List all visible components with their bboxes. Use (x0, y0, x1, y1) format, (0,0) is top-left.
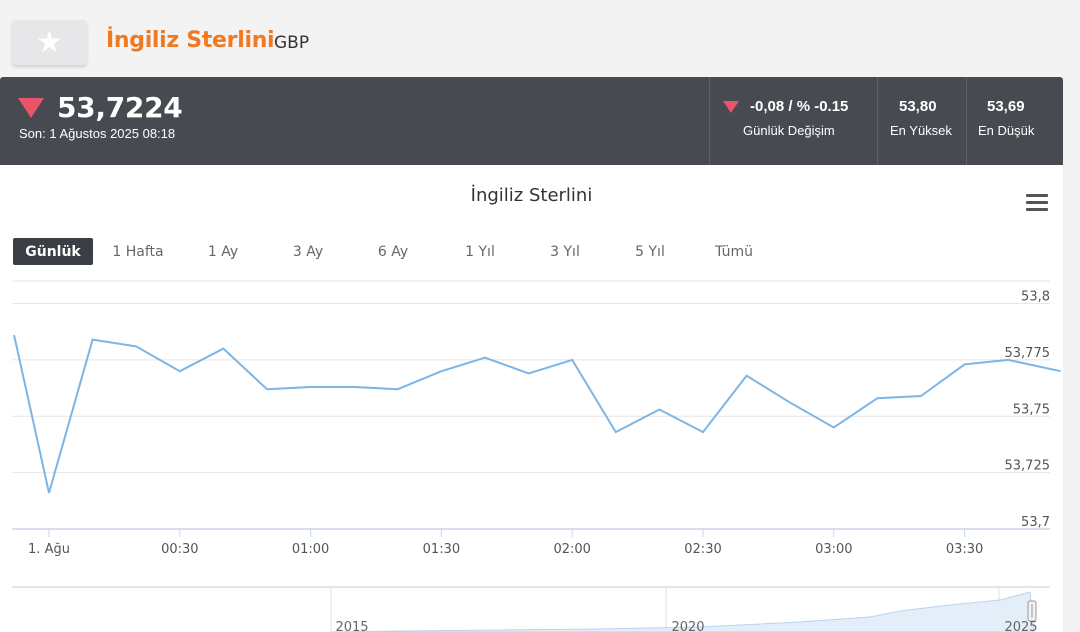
x-tick-label: 02:00 (553, 542, 590, 557)
y-tick-label: 53,725 (1005, 459, 1051, 474)
y-tick-label: 53,7 (1021, 515, 1050, 530)
x-tick-label: 01:30 (423, 542, 460, 557)
navigator-outside-mask (12, 588, 331, 632)
y-tick-label: 53,8 (1021, 290, 1050, 305)
x-tick-label: 03:30 (946, 542, 983, 557)
navigator-year-label: 2015 (335, 620, 368, 632)
x-tick-label: 02:30 (684, 542, 721, 557)
price-series-line (13, 334, 1061, 494)
price-chart: 53,7 53,725 53,75 53,775 53,8 1. Ağu 00:30 01:… (12, 280, 1061, 632)
y-tick-label: 53,775 (1005, 346, 1051, 361)
x-tick-label: 03:00 (815, 542, 852, 557)
x-tick-label: 1. Ağu (28, 542, 70, 557)
x-tick-label: 00:30 (161, 542, 198, 557)
navigator-year-label: 2025 (1004, 620, 1037, 632)
x-tick-label: 01:00 (292, 542, 329, 557)
y-tick-label: 53,75 (1013, 402, 1050, 417)
navigator-year-label: 2020 (671, 620, 704, 632)
